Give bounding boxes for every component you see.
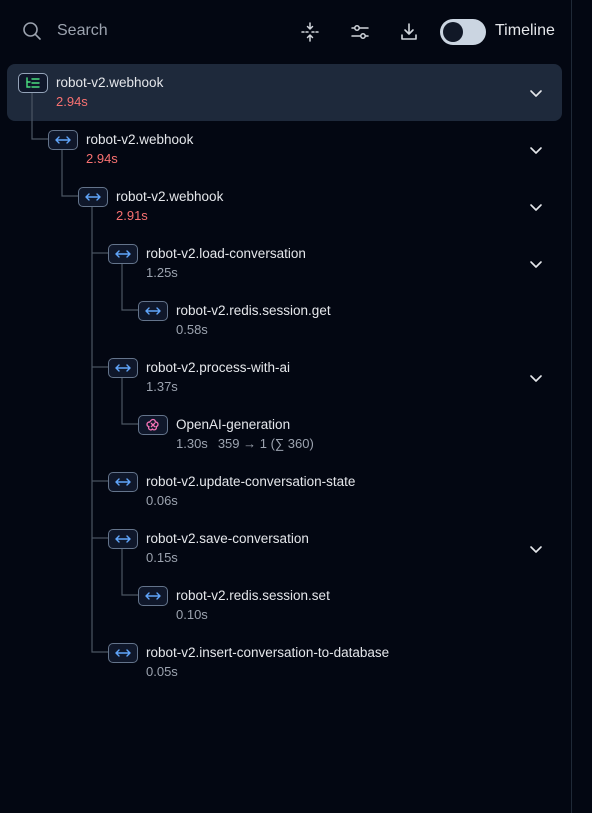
tree-node-span[interactable]: robot-v2.save-conversation 0.15s xyxy=(108,529,468,579)
node-name: OpenAI-generation xyxy=(176,417,291,432)
tree-node-generation[interactable]: OpenAI-generation 1.30s 359 → 1 (∑ 360) xyxy=(138,415,518,465)
span-arrows-icon xyxy=(85,193,101,201)
token-usage: 359 → 1 (∑ 360) xyxy=(217,436,314,451)
node-name: robot-v2.webhook xyxy=(116,189,224,204)
node-name: robot-v2.redis.session.get xyxy=(176,303,331,318)
node-meta: 1.30s 359 → 1 (∑ 360) xyxy=(176,436,314,451)
node-duration: 0.06s xyxy=(146,493,178,508)
chevron-down-icon[interactable] xyxy=(529,200,543,214)
span-icon-box xyxy=(108,472,138,492)
node-duration: 1.25s xyxy=(146,265,178,280)
tree-node-span[interactable]: robot-v2.update-conversation-state 0.06s xyxy=(108,472,488,522)
node-duration: 0.15s xyxy=(146,550,178,565)
span-arrows-icon xyxy=(115,478,131,486)
node-name: robot-v2.save-conversation xyxy=(146,531,309,546)
chevron-down-icon[interactable] xyxy=(529,542,543,556)
node-duration: 0.58s xyxy=(176,322,208,337)
span-icon-box xyxy=(48,130,78,150)
node-duration: 0.10s xyxy=(176,607,208,622)
trace-tree-panel: Search Timeline robot-v2.webhook 2.94s r… xyxy=(0,0,571,813)
span-arrows-icon xyxy=(115,250,131,258)
node-duration: 2.94s xyxy=(86,151,118,166)
generation-icon xyxy=(146,418,159,431)
tree-node-span[interactable]: robot-v2.redis.session.set 0.10s xyxy=(138,586,498,636)
chevron-down-icon[interactable] xyxy=(529,86,543,100)
chevron-down-icon[interactable] xyxy=(529,257,543,271)
chevron-down-icon[interactable] xyxy=(529,371,543,385)
node-name: robot-v2.webhook xyxy=(86,132,194,147)
tree-node-span[interactable]: robot-v2.load-conversation 1.25s xyxy=(108,244,468,294)
span-icon-box xyxy=(108,643,138,663)
span-icon-box xyxy=(138,301,168,321)
span-icon-box xyxy=(78,187,108,207)
span-arrows-icon xyxy=(115,364,131,372)
tree-node-span[interactable]: robot-v2.insert-conversation-to-database… xyxy=(108,643,508,693)
detail-panel-edge xyxy=(572,0,592,813)
span-icon-box xyxy=(108,358,138,378)
node-name: robot-v2.redis.session.set xyxy=(176,588,330,603)
generation-icon-box xyxy=(138,415,168,435)
tree-node-span[interactable]: robot-v2.webhook 2.94s xyxy=(48,130,408,180)
node-duration: 2.94s xyxy=(56,94,88,109)
node-duration: 1.37s xyxy=(146,379,178,394)
span-arrows-icon xyxy=(115,535,131,543)
trace-list-icon xyxy=(26,77,40,88)
tree-node-span[interactable]: robot-v2.redis.session.get 0.58s xyxy=(138,301,498,351)
chevron-down-icon[interactable] xyxy=(529,143,543,157)
node-duration: 0.05s xyxy=(146,664,178,679)
node-duration: 1.30s xyxy=(176,436,208,451)
node-duration: 2.91s xyxy=(116,208,148,223)
span-arrows-icon xyxy=(55,136,71,144)
span-arrows-icon xyxy=(145,592,161,600)
trace-icon-box xyxy=(18,73,48,93)
node-name: robot-v2.insert-conversation-to-database xyxy=(146,645,390,660)
node-name: robot-v2.load-conversation xyxy=(146,246,306,261)
span-arrows-icon xyxy=(145,307,161,315)
span-icon-box xyxy=(138,586,168,606)
tree-node-span[interactable]: robot-v2.webhook 2.91s xyxy=(78,187,438,237)
node-name: robot-v2.process-with-ai xyxy=(146,360,291,375)
span-icon-box xyxy=(108,244,138,264)
span-arrows-icon xyxy=(115,649,131,657)
trace-tree: robot-v2.webhook 2.94s robot-v2.webhook … xyxy=(0,0,571,813)
node-name: robot-v2.update-conversation-state xyxy=(146,474,356,489)
tree-node-root[interactable]: robot-v2.webhook 2.94s xyxy=(18,73,548,123)
node-name: robot-v2.webhook xyxy=(56,75,164,90)
tree-node-span[interactable]: robot-v2.process-with-ai 1.37s xyxy=(108,358,468,408)
span-icon-box xyxy=(108,529,138,549)
